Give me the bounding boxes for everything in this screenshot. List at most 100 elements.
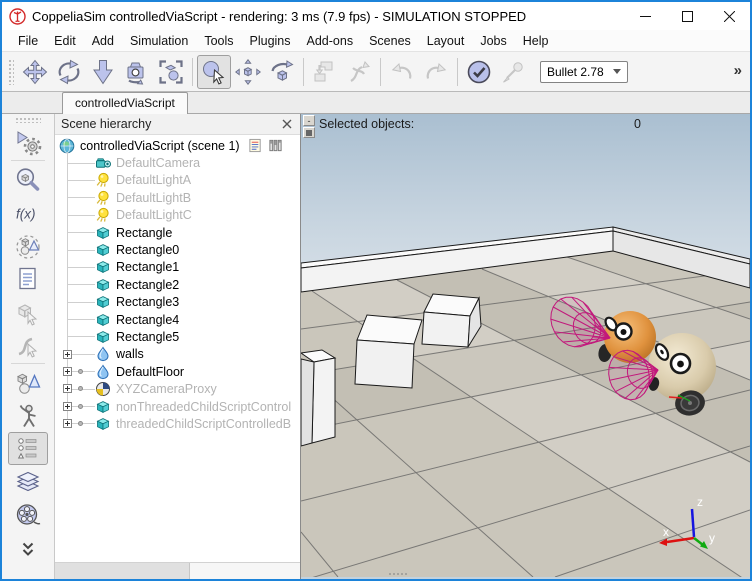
leftbar-calculation-modules-button[interactable]: f(x)	[8, 196, 48, 229]
leftbar-shape-edit-mode-button[interactable]	[8, 295, 48, 328]
hierarchy-item-Rectangle1[interactable]: Rectangle1	[55, 259, 300, 276]
maximize-icon	[681, 10, 693, 22]
toolbar-transfer-dna-button[interactable]	[342, 55, 376, 89]
hierarchy-item-Rectangle2[interactable]: Rectangle2	[55, 276, 300, 293]
viewport[interactable]: x y z - Selected objects: 0	[301, 114, 750, 579]
toolbar-toggle-dynamics-button[interactable]	[462, 55, 496, 89]
tree-connector	[67, 197, 95, 199]
menu-help[interactable]: Help	[515, 31, 557, 51]
hierarchy-item-threadedChildScriptControlledB[interactable]: threadedChildScriptControlledB	[55, 415, 300, 432]
scripts-icon	[19, 267, 36, 289]
toolbar-object-rotate-button[interactable]	[265, 55, 299, 89]
hierarchy-item-DefaultLightC[interactable]: DefaultLightC	[55, 207, 300, 224]
hierarchy-item-DefaultLightA[interactable]: DefaultLightA	[55, 172, 300, 189]
menu-scenes[interactable]: Scenes	[361, 31, 419, 51]
leftbar-scripts-button[interactable]	[8, 262, 48, 295]
hierarchy-item-DefaultLightB[interactable]: DefaultLightB	[55, 189, 300, 206]
menu-jobs[interactable]: Jobs	[472, 31, 514, 51]
hierarchy-item-DefaultFloor[interactable]: DefaultFloor	[55, 363, 300, 380]
leftbar-add-primitive-shape-button[interactable]	[8, 366, 48, 399]
hierarchy-root-label: controlledViaScript (scene 1)	[80, 138, 240, 153]
leftbar-collections-button[interactable]	[8, 229, 48, 262]
hierarchy-item-Rectangle0[interactable]: Rectangle0	[55, 241, 300, 258]
info-bar-collapse-button[interactable]: -	[303, 115, 315, 126]
physics-engine-select[interactable]: Bullet 2.78	[540, 60, 628, 83]
hierarchy-close-icon[interactable]	[280, 117, 294, 131]
toolbar-fit-to-view-button[interactable]	[154, 55, 188, 89]
toolbar-camera-rotate-button[interactable]	[52, 55, 86, 89]
leftbar-video-recorder-button[interactable]	[8, 498, 48, 531]
undo-icon	[391, 62, 412, 79]
scene-script-icon[interactable]	[248, 138, 263, 153]
script-dot-icon[interactable]	[78, 369, 83, 375]
hierarchy-item-Rectangle[interactable]: Rectangle	[55, 224, 300, 241]
leftbar-model-browser-button[interactable]	[8, 399, 48, 432]
tab-controlledviascript[interactable]: controlledViaScript	[62, 92, 188, 114]
toolbar-object-shift-button[interactable]	[231, 55, 265, 89]
title-bar[interactable]: CoppeliaSim controlledViaScript - render…	[2, 2, 750, 30]
menu-layout[interactable]: Layout	[419, 31, 473, 51]
menu-bar: File Edit Add Simulation Tools Plugins Add-ons…	[2, 30, 750, 52]
hierarchy-item-Rectangle4[interactable]: Rectangle4	[55, 311, 300, 328]
scene-columns-icon[interactable]	[268, 138, 283, 153]
hierarchy-item-walls[interactable]: walls	[55, 346, 300, 363]
menu-simulation[interactable]: Simulation	[122, 31, 196, 51]
expand-plus-icon[interactable]	[63, 367, 72, 377]
hierarchy-hscrollbar-thumb[interactable]	[55, 563, 190, 579]
light-icon	[96, 208, 109, 223]
expand-plus-icon[interactable]	[63, 384, 72, 394]
leftbar-layers-button[interactable]	[8, 465, 48, 498]
toolbar-buttons	[18, 54, 530, 89]
hierarchy-item-Rectangle3[interactable]: Rectangle3	[55, 294, 300, 311]
tree-connector	[67, 319, 95, 321]
expand-plus-icon[interactable]	[63, 349, 72, 359]
toolbar-assemble-button[interactable]	[308, 55, 342, 89]
close-button[interactable]	[708, 2, 750, 30]
maximize-button[interactable]	[666, 2, 708, 30]
scene-hierarchy-panel: Scene hierarchy controlledViaScript (sce…	[55, 114, 301, 579]
toolbar-camera-shift-angle-button[interactable]	[120, 55, 154, 89]
hierarchy-hscrollbar[interactable]	[55, 562, 300, 579]
menu-edit[interactable]: Edit	[46, 31, 84, 51]
script-dot-icon[interactable]	[78, 386, 83, 392]
leftbar-path-edit-mode-button[interactable]	[8, 328, 48, 361]
menu-add[interactable]: Add	[84, 31, 122, 51]
proxy-icon	[96, 382, 110, 397]
menu-file[interactable]: File	[10, 31, 46, 51]
toolbar-camera-zoom-button[interactable]	[86, 55, 120, 89]
toolbar-object-select-button[interactable]	[197, 54, 231, 89]
toolbar-grip[interactable]	[8, 58, 14, 85]
box-mid[interactable]	[354, 314, 423, 389]
minimize-button[interactable]	[624, 2, 666, 30]
hierarchy-item-XYZCameraProxy[interactable]: XYZCameraProxy	[55, 380, 300, 397]
toolbar-undo-button[interactable]	[385, 55, 419, 89]
toolbar-visualize-dynamic-content-button[interactable]	[496, 55, 530, 89]
tree-connector	[67, 232, 95, 234]
script-dot-icon[interactable]	[78, 421, 83, 427]
menu-add-ons[interactable]: Add-ons	[299, 31, 362, 51]
left-toolbar-grip[interactable]	[15, 117, 41, 123]
hierarchy-item-nonThreadedChildScriptControl[interactable]: nonThreadedChildScriptControl	[55, 398, 300, 415]
toolbar-separator	[303, 57, 304, 86]
menu-plugins[interactable]: Plugins	[242, 31, 299, 51]
info-bar-square-button[interactable]	[303, 127, 315, 138]
script-dot-icon[interactable]	[78, 403, 83, 409]
hierarchy-item-DefaultCamera[interactable]: DefaultCamera	[55, 154, 300, 171]
hierarchy-root-item[interactable]: controlledViaScript (scene 1)	[55, 137, 300, 154]
menu-tools[interactable]: Tools	[196, 31, 241, 51]
cuboid-icon	[95, 416, 111, 432]
leftbar-scene-hierarchy-button[interactable]	[8, 432, 48, 465]
leftbar-more-options-button[interactable]	[8, 531, 48, 564]
toolbar-redo-button[interactable]	[419, 55, 453, 89]
box-back[interactable]	[421, 293, 482, 348]
leftbar-simulation-settings-button[interactable]	[8, 125, 48, 158]
expand-plus-icon[interactable]	[63, 419, 72, 429]
hierarchy-item-Rectangle5[interactable]: Rectangle5	[55, 328, 300, 345]
expand-plus-icon[interactable]	[63, 401, 72, 411]
toolbar-overflow-button[interactable]: »	[734, 62, 742, 79]
3d-scene[interactable]: x y z	[301, 114, 750, 577]
box-left[interactable]	[301, 349, 337, 447]
leftbar-scene-object-properties-button[interactable]	[8, 163, 48, 196]
toolbar-camera-pan-button[interactable]	[18, 55, 52, 89]
cuboid-icon	[96, 278, 110, 291]
